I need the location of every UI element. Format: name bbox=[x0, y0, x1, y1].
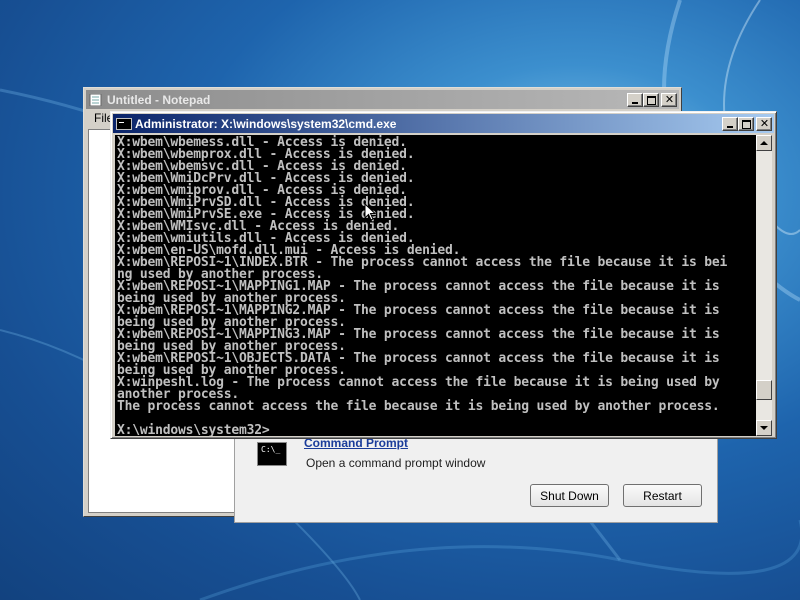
notepad-close-button[interactable]: ✕ bbox=[661, 92, 677, 107]
cmd-vertical-scrollbar[interactable] bbox=[756, 135, 772, 436]
minimize-icon bbox=[632, 101, 638, 104]
scroll-up-button[interactable] bbox=[756, 135, 772, 151]
shut-down-button[interactable]: Shut Down bbox=[530, 484, 609, 507]
command-prompt-icon: C:\_ bbox=[257, 442, 287, 466]
notepad-maximize-button[interactable] bbox=[643, 92, 659, 107]
scroll-thumb[interactable] bbox=[756, 380, 772, 400]
cmd-title: Administrator: X:\windows\system32\cmd.e… bbox=[135, 116, 397, 131]
maximize-icon bbox=[647, 95, 656, 105]
notepad-icon bbox=[89, 93, 102, 106]
console-line: The process cannot access the file becau… bbox=[117, 399, 720, 414]
scroll-down-button[interactable] bbox=[756, 420, 772, 436]
maximize-icon bbox=[742, 119, 751, 129]
notepad-minimize-button[interactable] bbox=[627, 92, 643, 107]
console-line: X:\windows\system32> bbox=[117, 423, 270, 436]
arrow-down-icon bbox=[760, 426, 768, 430]
cmd-icon bbox=[116, 117, 132, 130]
close-icon: ✕ bbox=[759, 116, 770, 130]
notepad-titlebar[interactable]: Untitled - Notepad ✕ bbox=[86, 90, 679, 109]
cmd-close-button[interactable]: ✕ bbox=[756, 116, 772, 131]
console-lines: X:wbem\wbemess.dll - Access is denied. X:… bbox=[117, 136, 727, 436]
notepad-title: Untitled - Notepad bbox=[107, 92, 211, 107]
close-icon: ✕ bbox=[664, 92, 675, 106]
cmd-maximize-button[interactable] bbox=[738, 116, 754, 131]
cmd-minimize-button[interactable] bbox=[722, 116, 738, 131]
mouse-pointer-icon bbox=[364, 203, 376, 221]
minimize-icon bbox=[727, 125, 733, 128]
restart-button[interactable]: Restart bbox=[623, 484, 702, 507]
command-prompt-description: Open a command prompt window bbox=[306, 456, 486, 470]
cmd-titlebar[interactable]: Administrator: X:\windows\system32\cmd.e… bbox=[113, 114, 774, 133]
system-recovery-dialog: C:\_ Command Prompt Open a command promp… bbox=[234, 425, 718, 523]
console-output[interactable]: X:wbem\wbemess.dll - Access is denied. X:… bbox=[115, 135, 756, 436]
cmd-window[interactable]: Administrator: X:\windows\system32\cmd.e… bbox=[110, 111, 777, 439]
arrow-up-icon bbox=[760, 141, 768, 145]
